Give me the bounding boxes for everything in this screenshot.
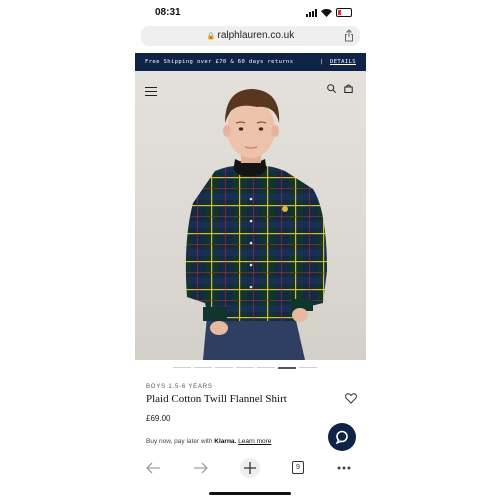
share-icon[interactable] [344,29,354,42]
promo-separator: | [320,59,324,65]
url-text: ralphlauren.co.uk [217,30,295,41]
heart-icon[interactable] [345,393,357,404]
address-bar[interactable]: 🔒 ralphlauren.co.uk [141,26,360,46]
klarna-info: Buy now, pay later with Klarna. Learn mo… [146,438,271,445]
carousel-dot[interactable] [194,367,212,368]
promo-details-link[interactable]: DETAILS [330,59,356,65]
product-price: £69.00 [146,414,171,423]
search-icon[interactable] [327,84,336,93]
promo-text: Free Shipping over £70 & 60 days returns [145,59,294,65]
wifi-icon [321,8,332,17]
product-hero-image[interactable] [135,71,366,360]
add-icon [244,462,256,474]
klarna-prefix: Buy now, pay later with [146,438,213,445]
more-icon[interactable] [337,466,351,470]
menu-icon[interactable] [145,87,157,99]
carousel-dot[interactable] [173,367,191,368]
browser-toolbar: 9 [135,458,366,480]
product-category: BOYS 1.5-6 YEARS [146,384,213,390]
battery-icon [336,8,352,17]
status-icons [306,8,352,17]
add-button[interactable] [240,458,260,478]
klarna-learn-more-link[interactable]: Learn more [238,438,271,445]
status-time: 08:31 [155,7,181,18]
forward-icon[interactable] [193,462,209,474]
status-bar: 08:31 [135,0,366,24]
carousel-dot[interactable] [215,367,233,368]
carousel-indicators [173,367,317,369]
product-title: Plaid Cotton Twill Flannel Shirt [146,393,287,405]
product-photo [185,89,327,360]
chat-icon [335,430,348,444]
carousel-dot[interactable] [257,367,275,368]
carousel-dot[interactable] [236,367,254,368]
promo-banner: Free Shipping over £70 & 60 days returns… [135,53,366,71]
bag-icon[interactable] [344,84,353,93]
tabs-button[interactable]: 9 [292,461,304,474]
phone-screen: 08:31 🔒 ralphlauren.co.uk Free Shipping o… [135,0,366,500]
klarna-brand: Klarna. [214,438,237,445]
carousel-dot-active[interactable] [278,367,296,369]
chat-button[interactable] [328,423,356,451]
signal-icon [306,8,317,17]
home-indicator [209,492,291,495]
lock-icon: 🔒 [206,33,216,40]
back-icon[interactable] [145,462,161,474]
carousel-dot[interactable] [299,367,317,368]
